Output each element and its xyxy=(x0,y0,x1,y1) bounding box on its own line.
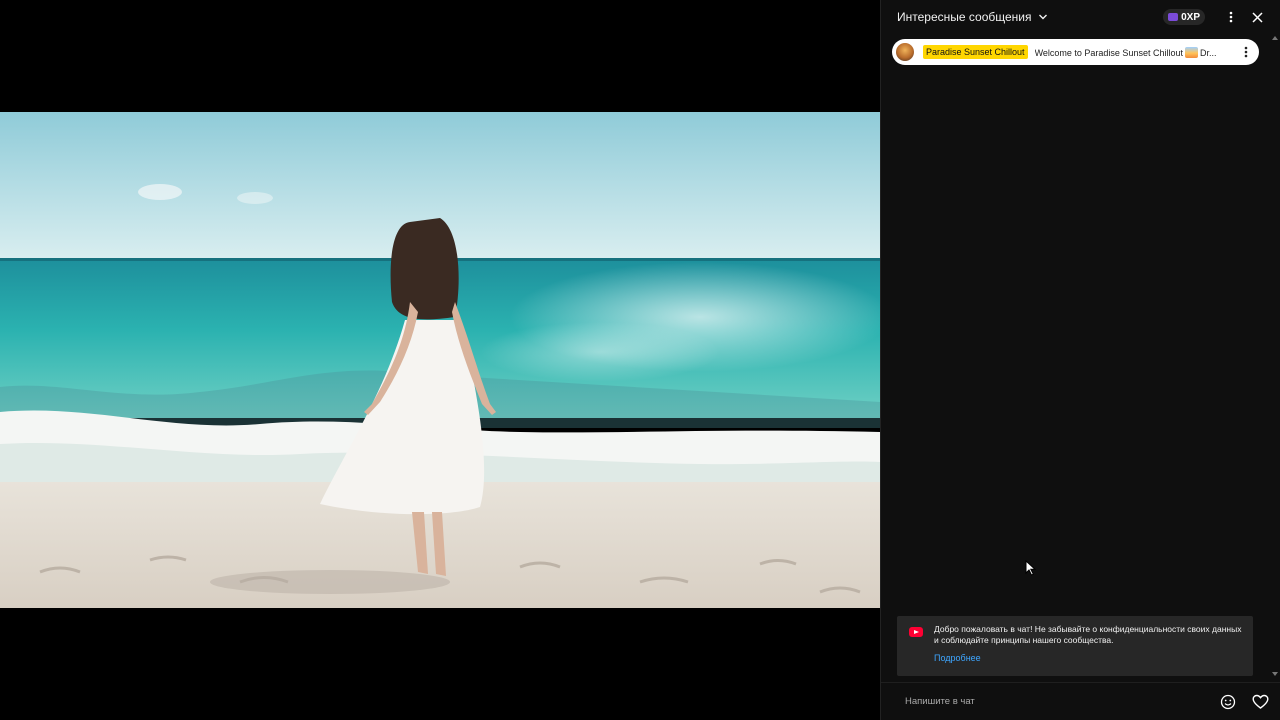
app-root: Интересные сообщения 0XP Paradise Sunset… xyxy=(0,0,1280,720)
learn-more-link[interactable]: Подробнее xyxy=(934,653,1243,663)
chat-scrollbar[interactable] xyxy=(1272,34,1280,680)
pinned-message-text: Welcome to Paradise Sunset Chillout Dr... xyxy=(1034,46,1239,58)
heart-button[interactable] xyxy=(1249,691,1271,713)
welcome-notice: Добро пожаловать в чат! Не забывайте о к… xyxy=(897,616,1253,676)
xp-icon xyxy=(1168,13,1179,21)
pinned-message-suffix: Dr... xyxy=(1199,47,1217,58)
chat-close-button[interactable] xyxy=(1247,7,1267,27)
chat-more-button[interactable] xyxy=(1221,7,1241,27)
chat-mode-label: Интересные сообщения xyxy=(897,10,1032,24)
chat-mode-selector[interactable]: Интересные сообщения xyxy=(897,10,1048,24)
avatar xyxy=(896,43,914,61)
video-frame[interactable] xyxy=(0,112,880,608)
sunset-emoji-icon xyxy=(1184,46,1198,58)
scroll-up-arrow-icon[interactable] xyxy=(1272,36,1278,40)
youtube-icon xyxy=(909,627,923,637)
chat-input[interactable] xyxy=(897,689,1207,714)
emoji-button[interactable] xyxy=(1217,691,1239,713)
beach-scene-image xyxy=(0,112,880,608)
pinned-message[interactable]: Paradise Sunset Chillout Welcome to Para… xyxy=(892,39,1259,65)
video-player[interactable] xyxy=(0,0,880,720)
chevron-down-icon xyxy=(1038,14,1047,20)
heart-icon xyxy=(1251,694,1269,709)
pinned-more-button[interactable] xyxy=(1239,43,1253,61)
chat-input-row xyxy=(881,682,1280,720)
chat-header: Интересные сообщения 0XP xyxy=(881,0,1280,34)
scroll-down-arrow-icon[interactable] xyxy=(1272,672,1278,676)
pinned-message-prefix: Welcome to Paradise Sunset Chillout xyxy=(1034,47,1183,58)
pinned-author-badge: Paradise Sunset Chillout xyxy=(923,45,1028,59)
more-vert-icon xyxy=(1244,46,1248,58)
live-chat-panel: Интересные сообщения 0XP Paradise Sunset… xyxy=(880,0,1280,720)
xp-label: 0XP xyxy=(1181,11,1200,23)
mouse-cursor-icon xyxy=(1025,560,1037,576)
welcome-text: Добро пожаловать в чат! Не забывайте о к… xyxy=(934,624,1242,645)
xp-badge[interactable]: 0XP xyxy=(1163,9,1205,25)
more-vert-icon xyxy=(1229,11,1233,23)
emoji-icon xyxy=(1220,694,1236,709)
close-icon xyxy=(1251,11,1263,23)
